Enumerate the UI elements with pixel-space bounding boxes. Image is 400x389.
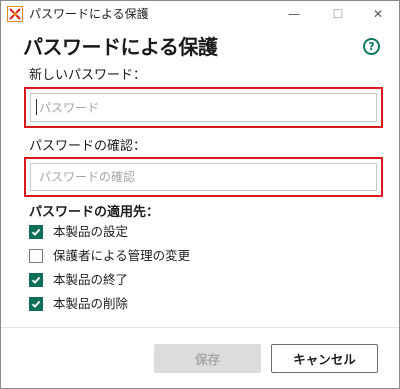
footer-divider [1,327,399,328]
checkbox[interactable] [29,297,43,311]
checkbox[interactable] [29,273,43,287]
confirm-password-highlight [24,157,383,197]
checkbox[interactable] [29,249,43,263]
app-icon [7,6,23,22]
checkbox-label: 保護者による管理の変更 [53,248,191,263]
close-button[interactable]: ✕ [355,1,400,27]
scope-option-settings[interactable]: 本製品の設定 [29,223,128,241]
new-password-highlight [24,87,383,128]
confirm-password-label: パスワードの確認： [29,139,147,154]
help-icon[interactable]: ? [363,38,380,55]
confirm-password-field[interactable] [30,163,377,191]
checkmark-icon [31,276,41,284]
new-password-label: 新しいパスワード： [29,68,147,83]
text-caret [36,99,37,115]
new-password-field[interactable] [30,93,377,122]
scope-option-exit[interactable]: 本製品の終了 [29,271,128,289]
scope-option-uninstall[interactable]: 本製品の削除 [29,295,128,313]
password-protection-dialog: パスワードによる保護 — ☐ ✕ パスワードによる保護 ? 新しいパスワード： … [0,0,400,389]
dialog-heading: パスワードによる保護 [23,35,218,59]
save-button[interactable]: 保存 [154,344,261,373]
checkbox-label: 本製品の終了 [53,272,129,287]
checkmark-icon [31,300,41,308]
scope-label: パスワードの適用先： [29,205,160,220]
window-title: パスワードによる保護 [29,7,149,21]
minimize-button[interactable]: — [271,1,317,27]
scope-option-parental-control[interactable]: 保護者による管理の変更 [29,247,190,265]
checkbox-label: 本製品の設定 [53,224,129,239]
title-bar[interactable]: パスワードによる保護 — ☐ ✕ [1,1,399,27]
checkbox-label: 本製品の削除 [53,296,129,311]
cancel-button[interactable]: キャンセル [271,344,378,373]
checkmark-icon [31,228,41,236]
checkbox[interactable] [29,225,43,239]
